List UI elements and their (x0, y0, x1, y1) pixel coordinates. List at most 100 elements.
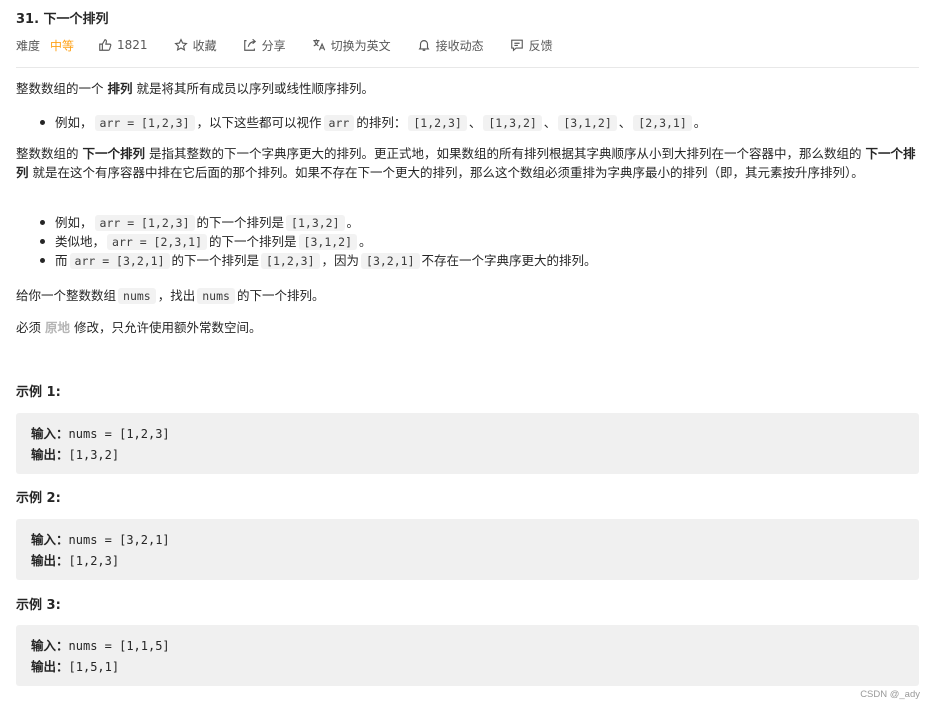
example-1-output: 输出：[1,3,2] (31, 444, 119, 463)
output-value: [1,5,1] (68, 660, 120, 674)
input-label: 输入： (31, 638, 69, 653)
text: 的下一个排列是 (171, 253, 260, 268)
example-3-input: 输入：nums = [1,1,5] (31, 635, 170, 654)
list-item: 而 arr = [3,2,1] 的下一个排列是 [1,2,3] ，因为 [3,2,1] 不存… (16, 251, 919, 270)
term-in-place: 原地 (44, 320, 70, 335)
input-value: nums = [1,1,5] (68, 639, 170, 653)
notify-label: 接收动态 (435, 38, 484, 53)
separator: 、 (543, 115, 557, 130)
inline-code: arr = [1,2,3] (94, 115, 195, 131)
text: 修改，只允许使用额外常数空间。 (70, 320, 262, 335)
example-3-block: 输入：nums = [1,1,5] 输出：[1,5,1] (16, 625, 919, 686)
inline-code: [1,3,2] (286, 215, 345, 231)
text: 就是在这个有序容器中排在它后面的那个排列。如果不存在下一个更大的排列，那么这个数… (28, 165, 864, 180)
text: ，以下这些都可以视作 (196, 115, 322, 130)
permutation-example-list: 例如， arr = [1,2,3] ，以下这些都可以视作 arr 的排列： [1,2,3]… (16, 113, 919, 132)
term-permutation: 排列 (107, 81, 133, 96)
like-button[interactable]: 1821 (98, 38, 148, 52)
text: 的下一个排列是 (196, 215, 285, 230)
term-next-permutation: 下一个排列 (82, 146, 145, 161)
separator: 、 (468, 115, 482, 130)
feedback-label: 反馈 (528, 38, 553, 53)
text: 就是将其所有成员以序列或线性顺序排列。 (132, 81, 374, 96)
translate-icon (312, 39, 325, 51)
problem-title: 31. 下一个排列 (16, 12, 109, 27)
example-2-block: 输入：nums = [3,2,1] 输出：[1,2,3] (16, 519, 919, 580)
example-2-title: 示例 2: (16, 491, 61, 506)
like-count: 1821 (117, 38, 148, 52)
inline-code: [3,1,2] (298, 234, 358, 250)
text: 类似地， (55, 234, 106, 249)
text: 必须 (16, 320, 45, 335)
output-value: [1,3,2] (68, 448, 120, 462)
description-paragraph-1: 整数数组的一个 排列 就是将其所有成员以序列或线性顺序排列。 (16, 79, 374, 98)
example-2-input: 输入：nums = [3,2,1] (31, 529, 170, 548)
favorite-button[interactable]: 收藏 (173, 37, 217, 54)
description-paragraph-3: 给你一个整数数组 nums ，找出 nums 的下一个排列。 (16, 286, 324, 306)
inline-code: arr = [3,2,1] (69, 253, 170, 269)
inline-code: [3,1,2] (558, 115, 617, 131)
notify-button[interactable]: 接收动态 (417, 37, 484, 54)
text: 是指其整数的下一个字典序更大的排列。更正式地，如果数组的所有排列根据其字典顺序从… (145, 146, 866, 161)
example-1-input: 输入：nums = [1,2,3] (31, 423, 170, 442)
text: 。 (693, 115, 707, 130)
favorite-label: 收藏 (192, 38, 217, 53)
share-button[interactable]: 分享 (243, 37, 286, 54)
star-icon (173, 38, 188, 52)
inline-code: arr = [1,2,3] (94, 215, 195, 231)
text: 例如， (55, 115, 93, 130)
text: 的下一个排列是 (209, 234, 297, 249)
inline-code: [1,3,2] (483, 115, 542, 131)
text: ，找出 (157, 288, 196, 303)
text: 整数数组的 (16, 146, 83, 161)
inline-code: arr (323, 115, 355, 131)
switch-language-button[interactable]: 切换为英文 (312, 37, 391, 54)
share-label: 分享 (261, 38, 286, 53)
text: 。 (346, 215, 360, 230)
inline-code: arr = [2,3,1] (107, 234, 208, 250)
text: ，因为 (321, 253, 360, 268)
text: 例如， (55, 215, 93, 230)
output-label: 输出： (31, 553, 69, 568)
example-3-output: 输出：[1,5,1] (31, 656, 119, 675)
share-icon (243, 38, 256, 51)
example-1-block: 输入：nums = [1,2,3] 输出：[1,3,2] (16, 413, 919, 474)
text: 整数数组的一个 (16, 81, 108, 96)
example-1-title: 示例 1: (16, 385, 61, 400)
bell-icon (418, 40, 430, 51)
input-label: 输入： (31, 532, 69, 547)
list-item: 例如， arr = [1,2,3] ，以下这些都可以视作 arr 的排列： [1,2,3]… (16, 113, 919, 132)
inline-code: [2,3,1] (633, 115, 692, 131)
header-divider (16, 67, 919, 68)
text: 而 (55, 253, 68, 268)
description-paragraph-4: 必须 原地 修改，只允许使用额外常数空间。 (16, 318, 261, 337)
feedback-button[interactable]: 反馈 (510, 37, 553, 54)
input-label: 输入： (31, 426, 69, 441)
list-item: 类似地， arr = [2,3,1] 的下一个排列是 [3,1,2]。 (16, 232, 919, 251)
inline-code: nums (197, 288, 235, 304)
watermark: CSDN @_ady (860, 689, 920, 700)
inline-code: [3,2,1] (361, 253, 420, 269)
example-3-title: 示例 3: (16, 598, 61, 613)
inline-code: [1,2,3] (261, 253, 320, 269)
output-value: [1,2,3] (68, 554, 120, 568)
output-label: 输出： (31, 447, 69, 462)
feedback-icon (510, 39, 523, 52)
thumbs-up-icon (99, 39, 112, 51)
next-permutation-example-list: 例如， arr = [1,2,3] 的下一个排列是 [1,3,2]。 类似地， arr … (16, 213, 919, 270)
example-2-output: 输出：[1,2,3] (31, 550, 119, 569)
text: 的下一个排列。 (236, 288, 325, 303)
switch-language-label: 切换为英文 (330, 38, 391, 53)
list-item: 例如， arr = [1,2,3] 的下一个排列是 [1,3,2]。 (16, 213, 919, 232)
text: 给你一个整数数组 (16, 288, 117, 303)
inline-code: [1,2,3] (408, 115, 467, 131)
text: 的排列： (356, 115, 407, 130)
difficulty-label: 难度 (16, 38, 41, 53)
input-value: nums = [3,2,1] (68, 533, 170, 547)
description-paragraph-2: 整数数组的 下一个排列 是指其整数的下一个字典序更大的排列。更正式地，如果数组的… (16, 144, 919, 182)
text: 不存在一个字典序更大的排列。 (421, 253, 597, 268)
text: 。 (359, 234, 372, 249)
separator: 、 (618, 115, 632, 130)
input-value: nums = [1,2,3] (68, 427, 170, 441)
problem-meta-bar: 难度 中等 1821 收藏 分享 切换为英文 接收动态 反馈 (16, 35, 919, 55)
